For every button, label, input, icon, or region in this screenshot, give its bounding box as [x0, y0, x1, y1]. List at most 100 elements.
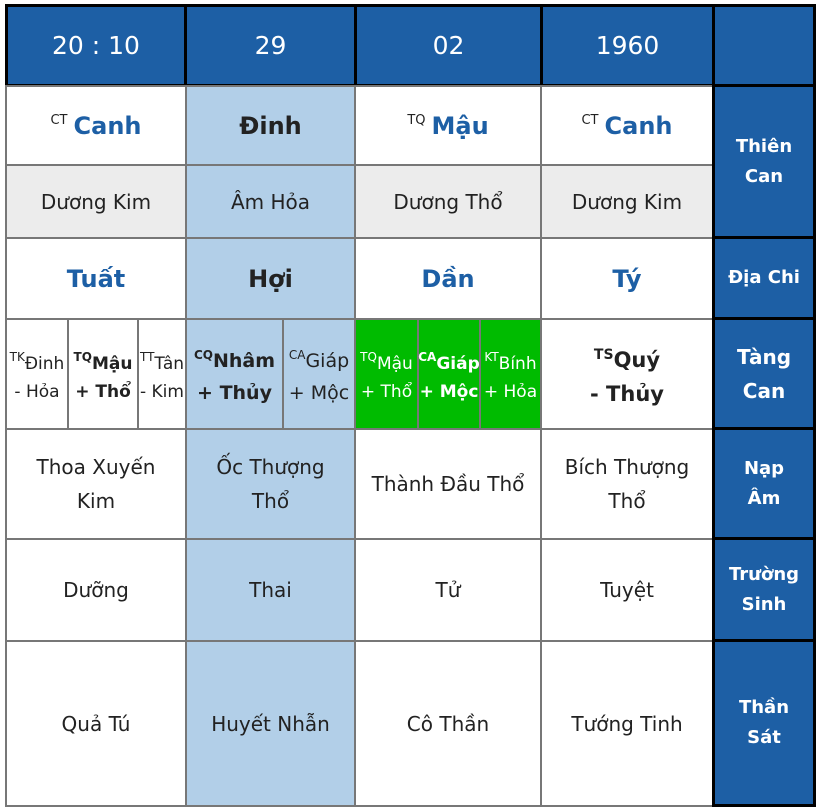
truong-sinh-day: Thai: [185, 538, 356, 642]
hidden-stem-tag: TK: [9, 349, 25, 364]
hidden-stem-element: + Thổ: [360, 381, 413, 402]
label-truong-sinh: Trường Sinh: [712, 537, 816, 642]
header-year: 1960: [540, 4, 715, 87]
branch-text: Tuất: [66, 264, 126, 293]
hidden-stem-name: Nhâm: [212, 350, 276, 372]
label-line: Tàng: [736, 344, 792, 369]
hidden-stem-month-3: KTBính + Hỏa: [479, 318, 542, 430]
label-thien-can: Thiên Can: [712, 84, 816, 239]
branch-text: Tý: [612, 264, 642, 293]
hidden-stem-hour-2: TQMậu + Thổ: [67, 318, 139, 430]
stem-day: Đinh: [185, 85, 356, 166]
truong-sinh-year: Tuyệt: [540, 538, 714, 642]
branch-day: Hợi: [185, 237, 356, 320]
hidden-stem-hour-3: TTTân - Kim: [137, 318, 187, 430]
element-text: Dương Thổ: [393, 189, 503, 214]
hidden-stem-name: Tân: [154, 353, 185, 374]
header-corner: [712, 4, 816, 87]
hidden-stem-element: - Hỏa: [14, 381, 60, 402]
label-line: Thần: [738, 697, 790, 718]
label-than-sat: Thần Sát: [712, 639, 816, 807]
label-line: Can: [742, 378, 786, 403]
nap-am-month: Thành Đầu Thổ: [354, 428, 542, 540]
element-text: Dương Kim: [571, 189, 683, 214]
nap-am-text: Thành Đầu Thổ: [371, 472, 525, 496]
branch-hour: Tuất: [5, 237, 187, 320]
stem-tag: TQ: [407, 112, 426, 128]
label-dia-chi: Địa Chi: [712, 236, 816, 320]
hidden-stem-tag: CA: [288, 348, 306, 362]
header-month: 02: [354, 4, 543, 87]
than-sat-text: Quả Tú: [61, 711, 131, 736]
label-line: Sát: [747, 727, 781, 748]
nap-am-day: Ốc Thượng Thổ: [185, 428, 356, 540]
hidden-stem-element: + Thủy: [197, 382, 272, 404]
hidden-stem-tag: TQ: [73, 349, 92, 364]
stem-name: Canh: [604, 111, 673, 140]
hidden-stem-month-1: TQMậu + Thổ: [354, 318, 419, 430]
hidden-stem-element: - Thủy: [590, 381, 664, 406]
hidden-stem-name: Quý: [613, 347, 661, 372]
truong-sinh-text: Tử: [435, 578, 461, 602]
hidden-stem-day-1: CQNhâm + Thủy: [185, 318, 284, 430]
branch-text: Dần: [421, 264, 475, 293]
label-nap-am: Nạp Âm: [712, 427, 816, 540]
hidden-stem-name: Giáp: [436, 353, 480, 374]
than-sat-day: Huyết Nhẫn: [185, 640, 356, 807]
hidden-stem-month-2: CAGiáp + Mộc: [417, 318, 481, 430]
label-line: Sinh: [741, 593, 787, 615]
than-sat-text: Tướng Tinh: [571, 711, 683, 736]
hidden-stem-tag: CA: [418, 349, 437, 364]
hidden-stem-tag: CQ: [193, 348, 213, 362]
header-hour: 20 : 10: [5, 4, 187, 87]
truong-sinh-hour: Dưỡng: [5, 538, 187, 642]
hidden-stem-name: Mậu: [376, 353, 413, 374]
truong-sinh-month: Tử: [354, 538, 542, 642]
stem-year: CT Canh: [540, 85, 714, 166]
label-tang-can: Tàng Can: [712, 317, 816, 430]
than-sat-year: Tướng Tinh: [540, 640, 714, 807]
hidden-stem-day-2: CAGiáp + Mộc: [282, 318, 356, 430]
stem-name: Mậu: [431, 111, 489, 140]
branch-year: Tý: [540, 237, 714, 320]
hidden-stem-tag: KT: [484, 349, 499, 364]
label-line: Nạp: [743, 457, 785, 479]
hidden-stem-name: Đinh: [24, 353, 65, 374]
nap-am-hour: Thoa Xuyến Kim: [5, 428, 187, 540]
stem-hour: CT Canh: [5, 85, 187, 166]
truong-sinh-text: Thai: [249, 578, 292, 602]
element-year: Dương Kim: [540, 164, 714, 239]
than-sat-text: Cô Thần: [406, 711, 490, 736]
than-sat-hour: Quả Tú: [5, 640, 187, 807]
hidden-stem-name: Giáp: [305, 350, 350, 372]
label-line: Âm: [747, 487, 781, 509]
element-day: Âm Hỏa: [185, 164, 356, 239]
hidden-stem-year-1: TSQuý - Thủy: [540, 318, 714, 430]
hidden-stem-element: - Kim: [140, 381, 184, 402]
element-text: Âm Hỏa: [230, 189, 311, 214]
label-line: Địa Chi: [728, 267, 800, 288]
element-hour: Dương Kim: [5, 164, 187, 239]
label-line: Can: [744, 165, 784, 187]
stem-tag: CT: [50, 112, 68, 128]
hidden-stem-tag: TS: [593, 346, 614, 363]
hidden-stem-tag: TQ: [360, 349, 377, 364]
stem-name: Canh: [73, 111, 142, 140]
hidden-stem-element: + Hỏa: [483, 381, 538, 402]
label-line: Thiên: [735, 135, 793, 157]
nap-am-year: Bích Thượng Thổ: [540, 428, 714, 540]
branch-month: Dần: [354, 237, 542, 320]
hidden-stem-hour-1: TKĐinh - Hỏa: [5, 318, 69, 430]
element-month: Dương Thổ: [354, 164, 542, 239]
stem-tag: CT: [581, 112, 599, 128]
hidden-stem-element: + Thổ: [75, 381, 131, 402]
hidden-stem-name: Mậu: [91, 353, 133, 374]
hidden-stem-element: + Mộc: [288, 382, 350, 404]
header-day: 29: [184, 4, 357, 87]
branch-text: Hợi: [248, 264, 293, 293]
label-line: Trường: [728, 563, 800, 585]
than-sat-month: Cô Thần: [354, 640, 542, 807]
hidden-stem-name: Bính: [498, 353, 537, 374]
hidden-stem-element: + Mộc: [419, 381, 479, 402]
nap-am-text: Thoa Xuyến Kim: [36, 455, 156, 513]
